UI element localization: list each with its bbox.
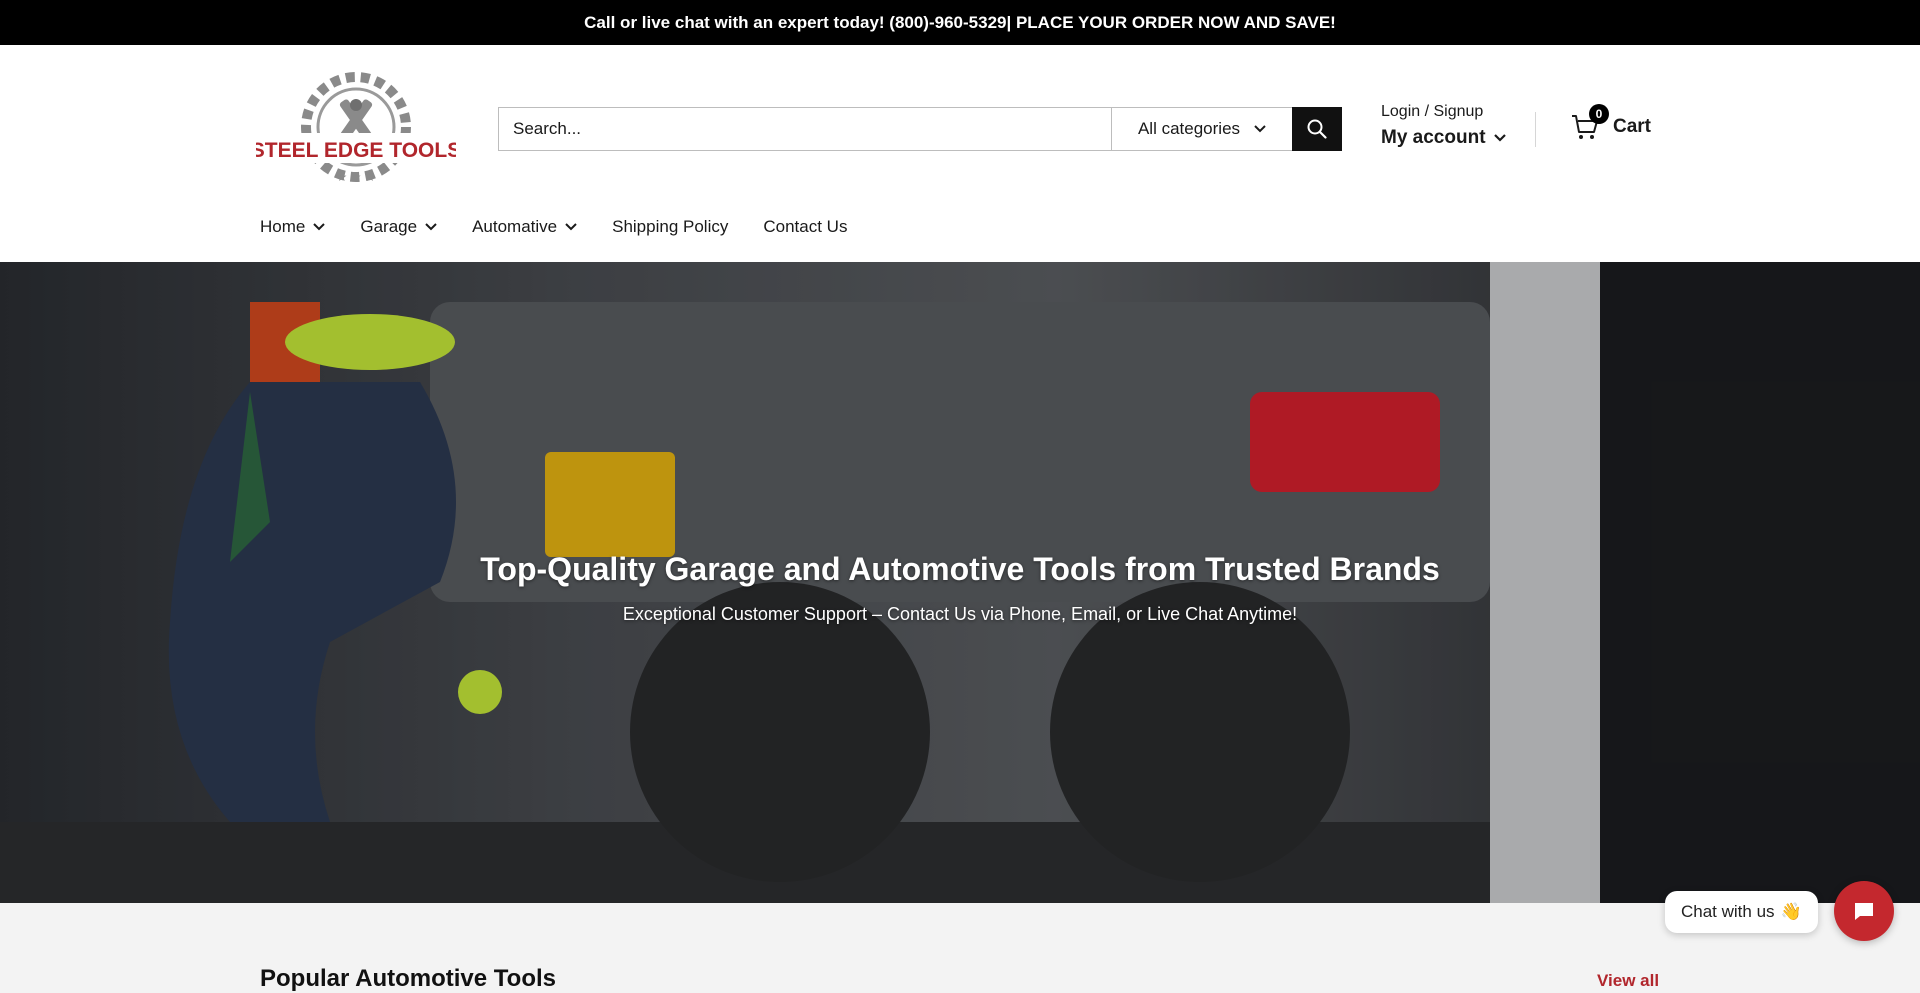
chat-button[interactable] (1834, 881, 1894, 941)
chat-with-us-pill[interactable]: Chat with us 👋 (1665, 891, 1818, 933)
announcement-text: Call or live chat with an expert today! … (584, 12, 1336, 32)
nav-item-home[interactable]: Home (260, 217, 326, 237)
section-title: Popular Automotive Tools (260, 965, 557, 992)
header-divider (1535, 112, 1536, 147)
cart-link[interactable]: 0 Cart (1571, 104, 1652, 141)
search-button[interactable] (1292, 107, 1342, 151)
logo-text: STEEL EDGE TOOLS (256, 139, 456, 162)
site-header: STEEL EDGE TOOLS ★ ★ ★ All categories Lo… (0, 45, 1920, 262)
cart-label: Cart (1613, 116, 1652, 137)
hero-title: Top-Quality Garage and Automotive Tools … (480, 551, 1440, 587)
nav-item-label: Home (260, 217, 306, 236)
category-label: All categories (1137, 119, 1241, 138)
category-select[interactable]: All categories (1111, 108, 1292, 150)
nav-item-label: Automative (472, 217, 558, 236)
nav-item-contact-us[interactable]: Contact Us (763, 217, 847, 237)
logo[interactable]: STEEL EDGE TOOLS ★ ★ ★ (251, 65, 461, 195)
search-bar: All categories (498, 107, 1342, 151)
chevron-down-icon (1254, 125, 1266, 133)
view-all-link[interactable]: View all (1597, 971, 1659, 991)
chevron-down-icon (425, 223, 437, 231)
nav-item-shipping-policy[interactable]: Shipping Policy (612, 217, 728, 237)
search-icon (1307, 119, 1327, 139)
chevron-down-icon (313, 223, 326, 231)
chat-bubble-icon (1855, 903, 1873, 920)
my-account-dropdown[interactable]: My account (1381, 127, 1506, 149)
svg-text:★ ★ ★: ★ ★ ★ (337, 170, 376, 184)
wave-icon: 👋 (1780, 902, 1802, 921)
chevron-down-icon (565, 223, 577, 231)
hero-subtitle: Exceptional Customer Support – Contact U… (622, 604, 1298, 624)
chat-label: Chat with us (1681, 902, 1775, 921)
main-nav: Home Garage Automative Shipping Policy C… (260, 217, 882, 237)
hero-banner[interactable]: Top-Quality Garage and Automotive Tools … (0, 262, 1920, 903)
logo-gear-icon: STEEL EDGE TOOLS ★ ★ ★ (251, 72, 461, 184)
popular-tools-section: Popular Automotive Tools View all (0, 903, 1920, 993)
announcement-bar: Call or live chat with an expert today! … (0, 0, 1920, 45)
nav-item-label: Garage (360, 217, 418, 236)
chevron-down-icon (1493, 134, 1506, 142)
nav-item-garage[interactable]: Garage (360, 217, 437, 237)
nav-item-automative[interactable]: Automative (472, 217, 577, 237)
account-menu: Login / Signup My account (1381, 103, 1506, 149)
nav-item-label: Contact Us (763, 217, 848, 236)
cart-count-badge: 0 (1589, 104, 1609, 124)
search-input[interactable] (499, 108, 1111, 150)
cart-icon-wrapper: 0 (1571, 104, 1609, 141)
login-signup-link[interactable]: Login / Signup (1381, 103, 1506, 121)
my-account-label: My account (1381, 127, 1486, 148)
nav-item-label: Shipping Policy (612, 217, 729, 236)
